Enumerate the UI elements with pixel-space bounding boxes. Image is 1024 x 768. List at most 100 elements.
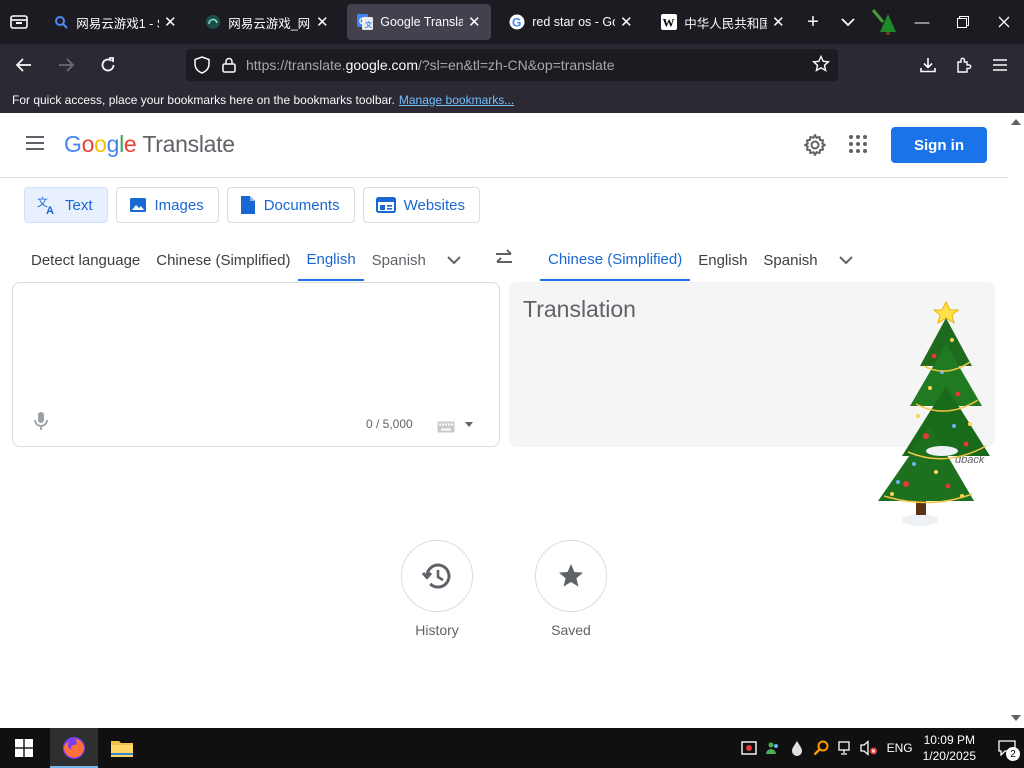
tab-title: 网易云游戏_网易 — [228, 16, 311, 31]
image-icon — [129, 198, 146, 212]
list-all-tabs-button[interactable] — [831, 0, 866, 44]
christmas-tree-decoration — [874, 296, 994, 536]
swap-arrows-icon — [496, 249, 512, 263]
new-tab-button[interactable]: + — [795, 0, 830, 44]
clock[interactable]: 10:09 PM 1/20/2025 — [923, 732, 976, 764]
source-lang-chinese[interactable]: Chinese (Simplified) — [148, 239, 298, 281]
screen-capture-icon — [740, 741, 757, 755]
windows-taskbar: ENG 10:09 PM 1/20/2025 2 — [0, 728, 1024, 768]
volume-button[interactable] — [857, 728, 881, 768]
sign-in-button[interactable]: Sign in — [891, 127, 987, 163]
mode-images-button[interactable]: Images — [115, 187, 219, 223]
action-center-button[interactable]: 2 — [990, 728, 1024, 768]
close-window-button[interactable] — [983, 0, 1024, 44]
mode-label: Images — [154, 196, 204, 214]
taskbar-firefox[interactable] — [50, 728, 98, 768]
mode-documents-button[interactable]: Documents — [226, 187, 355, 223]
scroll-up-arrow[interactable] — [1011, 119, 1021, 125]
tray-app-icon-1[interactable] — [737, 728, 761, 768]
history-button[interactable]: History — [400, 540, 474, 638]
url-text[interactable]: https://translate.google.com/?sl=en&tl=z… — [246, 57, 615, 73]
navigation-toolbar: https://translate.google.com/?sl=en&tl=z… — [0, 44, 1024, 86]
translate-icon: 文A — [37, 195, 54, 215]
main-menu-button[interactable] — [25, 135, 45, 156]
back-button[interactable] — [6, 49, 42, 81]
manage-bookmarks-link[interactable]: Manage bookmarks... — [399, 93, 514, 107]
tracking-shield-icon — [194, 56, 210, 74]
minimize-icon: — — [914, 13, 930, 31]
history-circle — [401, 540, 473, 612]
taskbar-file-explorer[interactable] — [98, 728, 146, 768]
tray-app-icon-3[interactable] — [785, 728, 809, 768]
puzzle-piece-icon — [957, 57, 972, 73]
page-scrollbar[interactable] — [1008, 113, 1024, 728]
input-language-indicator[interactable]: ENG — [887, 741, 913, 755]
target-lang-spanish[interactable]: Spanish — [755, 239, 825, 281]
saved-button[interactable]: Saved — [534, 540, 608, 638]
magnifier-icon — [813, 740, 829, 756]
search-icon — [53, 14, 69, 30]
close-tab-icon[interactable]: ✕ — [619, 13, 633, 31]
forward-button[interactable] — [48, 49, 84, 81]
close-tab-icon[interactable]: ✕ — [771, 13, 785, 31]
source-lang-english[interactable]: English — [298, 239, 364, 281]
notification-badge: 2 — [1006, 747, 1020, 761]
browser-tab[interactable]: Gred star os - Goo ✕ — [499, 4, 643, 40]
minimize-button[interactable]: — — [902, 0, 943, 44]
target-more-languages-button[interactable] — [826, 239, 866, 281]
source-more-languages-button[interactable] — [434, 239, 474, 281]
close-tab-icon[interactable]: ✕ — [467, 13, 481, 31]
scroll-down-arrow[interactable] — [1011, 715, 1021, 721]
swap-languages-button[interactable] — [492, 246, 516, 275]
tab-title: red star os - Goo — [532, 15, 615, 29]
google-translate-logo[interactable]: Google Translate — [64, 131, 235, 158]
wikipedia-icon: W — [661, 14, 678, 30]
restore-button[interactable] — [942, 0, 983, 44]
hamburger-menu-icon — [993, 59, 1007, 71]
target-lang-chinese[interactable]: Chinese (Simplified) — [540, 239, 691, 281]
downloads-button[interactable] — [912, 49, 944, 81]
firefox-view-button[interactable] — [0, 0, 37, 44]
voice-input-button[interactable] — [33, 411, 49, 436]
logo-letter: o — [81, 131, 95, 157]
tray-app-icon-4[interactable] — [809, 728, 833, 768]
close-tab-icon[interactable]: ✕ — [163, 13, 177, 31]
mode-websites-button[interactable]: Websites — [362, 187, 481, 223]
tray-app-icon-2[interactable] — [761, 728, 785, 768]
url-bar[interactable]: https://translate.google.com/?sl=en&tl=z… — [186, 49, 838, 81]
app-menu-button[interactable] — [984, 49, 1016, 81]
source-lang-spanish[interactable]: Spanish — [364, 239, 434, 281]
google-apps-button[interactable] — [848, 134, 868, 159]
close-tab-icon[interactable]: ✕ — [315, 13, 329, 31]
bookmark-star-icon[interactable] — [812, 55, 830, 73]
website-icon — [375, 197, 396, 213]
svg-text:G: G — [512, 16, 521, 30]
virtual-keyboard-button[interactable] — [437, 420, 455, 438]
mode-text-button[interactable]: 文A Text — [24, 187, 108, 223]
extensions-button[interactable] — [948, 49, 980, 81]
network-button[interactable] — [833, 728, 857, 768]
settings-button[interactable] — [803, 133, 827, 162]
svg-text:A: A — [46, 205, 54, 215]
svg-text:W: W — [663, 16, 675, 30]
logo-letter: g — [106, 131, 120, 157]
url-prefix: https://translate. — [246, 57, 346, 73]
start-button[interactable] — [0, 728, 48, 768]
input-tools-dropdown[interactable] — [465, 422, 473, 427]
target-lang-english[interactable]: English — [690, 239, 755, 281]
clock-date: 1/20/2025 — [922, 749, 976, 763]
firefox-view-icon — [9, 15, 28, 29]
source-text-area[interactable]: 0 / 5,000 — [12, 282, 500, 447]
browser-tab[interactable]: 网易云游戏_网易 ✕ — [195, 4, 339, 40]
translation-mode-tabs: 文A Text Images Documents Websites — [24, 187, 481, 223]
browser-tab[interactable]: G 文 Google Translat ✕ — [347, 4, 492, 40]
browser-tab[interactable]: 网易云游戏1 - S ✕ — [43, 4, 187, 40]
reload-button[interactable] — [90, 49, 126, 81]
mode-label: Text — [65, 196, 93, 214]
source-lang-detect[interactable]: Detect language — [23, 239, 148, 281]
restore-icon — [956, 16, 969, 28]
lock-icon — [222, 57, 236, 73]
browser-tab[interactable]: W 中华人民共和国 ✕ — [651, 4, 795, 40]
gear-icon — [804, 134, 826, 156]
chevron-down-icon — [841, 17, 856, 26]
